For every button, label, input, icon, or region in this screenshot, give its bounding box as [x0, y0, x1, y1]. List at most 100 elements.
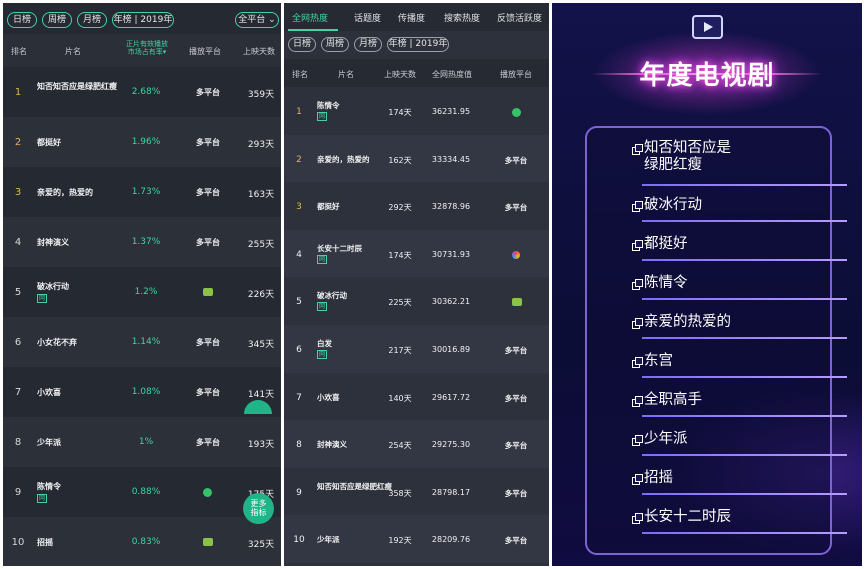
filter-daily[interactable]: 日榜: [288, 37, 316, 52]
link-icon: [632, 240, 643, 251]
drama-list-item[interactable]: 东宫: [632, 353, 847, 378]
drama-list-item[interactable]: 陈情令: [632, 275, 847, 300]
show-title[interactable]: 少年派: [37, 437, 115, 448]
platform-label: 多平台: [504, 393, 528, 403]
table-row[interactable]: 7 小欢喜 1.08% 多平台 141天: [3, 367, 281, 417]
drama-list-item[interactable]: 全职高手: [632, 392, 847, 417]
drama-list-item[interactable]: 破冰行动: [632, 197, 847, 222]
col-title: 片名: [65, 47, 81, 56]
filter-monthly[interactable]: 月榜: [354, 37, 382, 52]
filter-monthly[interactable]: 月榜: [77, 12, 107, 28]
show-title[interactable]: 小欢喜: [37, 387, 115, 398]
show-title[interactable]: 陈情令网: [37, 481, 115, 503]
drama-list-item[interactable]: 亲爱的热爱的: [632, 314, 847, 339]
show-title-text: 封神演义: [317, 440, 347, 450]
run-days: 163天: [247, 190, 275, 200]
run-days: 293天: [247, 140, 275, 150]
show-title[interactable]: 亲爱的，热爱的: [317, 155, 377, 165]
rank-number: 10: [11, 537, 25, 548]
divider-line: [642, 376, 847, 378]
show-title[interactable]: 亲爱的，热爱的: [37, 187, 115, 198]
rank-number: 1: [296, 107, 302, 117]
drama-list-item[interactable]: 招摇: [632, 470, 847, 495]
rank-number: 7: [296, 392, 302, 403]
table-row[interactable]: 2 都挺好 1.96% 多平台 293天: [3, 117, 281, 167]
table-row[interactable]: 5 破冰行动网 1.2% 226天: [3, 267, 281, 317]
table-header: 排名 片名 正片有效播放 市场占有率▾ 播放平台 上映天数: [3, 34, 281, 67]
show-title[interactable]: 破冰行动网: [317, 291, 377, 312]
show-title-text: 都挺好: [37, 138, 61, 147]
show-title[interactable]: 都挺好: [317, 202, 377, 212]
table-row[interactable]: 6 白发网 217天 30016.89 多平台: [284, 325, 549, 373]
show-title[interactable]: 小欢喜: [317, 393, 377, 403]
table-row[interactable]: 5 破冰行动网 225天 30362.21: [284, 277, 549, 325]
show-title[interactable]: 白发网: [317, 339, 377, 359]
table-row[interactable]: 10 少年派 192天 28209.76 多平台: [284, 515, 549, 563]
table-row[interactable]: 6 小女花不弃 1.14% 多平台 345天: [3, 317, 281, 367]
table-row[interactable]: 9陈情令网0.88%175天: [3, 467, 281, 517]
show-title[interactable]: 小女花不弃: [37, 337, 115, 348]
filter-yearly-2019[interactable]: 年榜 | 2019年: [387, 37, 449, 52]
show-title-text: 知否知否应是绿肥红瘦: [37, 82, 117, 91]
table-row[interactable]: 1 陈情令网 174天 36231.95: [284, 87, 549, 135]
table-row[interactable]: 7 小欢喜 140天 29617.72 多平台: [284, 373, 549, 421]
filter-daily[interactable]: 日榜: [7, 12, 37, 28]
show-title[interactable]: 知否知否应是绿肥红瘦: [317, 482, 392, 492]
show-title[interactable]: 长安十二时辰网: [317, 244, 377, 264]
rank-number: 2: [296, 154, 302, 165]
drama-list-item[interactable]: 少年派: [632, 431, 847, 456]
table-row[interactable]: 8 少年派 1% 多平台 193天: [3, 417, 281, 467]
col-days: 上映天数: [243, 47, 275, 56]
tab-overall-heat[interactable]: 全网热度: [292, 11, 328, 24]
table-row[interactable]: 3 都挺好 292天 32878.96 多平台: [284, 182, 549, 230]
platform-label: 多平台: [196, 438, 220, 447]
table-row[interactable]: 2 亲爱的，热爱的 162天 33334.45 多平台: [284, 134, 549, 183]
tab-search-heat[interactable]: 搜索热度: [444, 11, 480, 24]
tab-feedback[interactable]: 反馈活跃度: [497, 11, 542, 24]
drama-list-item[interactable]: 都挺好: [632, 236, 847, 261]
show-title-text: 少年派: [37, 438, 61, 447]
drama-list-item[interactable]: 知否知否应是 绿肥红瘦: [632, 140, 847, 186]
show-title[interactable]: 招摇: [37, 537, 115, 548]
drama-title: 少年派: [644, 431, 688, 447]
show-title[interactable]: 知否知否应是绿肥红瘦: [37, 81, 117, 92]
tab-spread[interactable]: 传播度: [398, 11, 425, 24]
show-title[interactable]: 少年派: [317, 535, 377, 545]
table-row[interactable]: 1 知否知否应是绿肥红瘦 2.68% 多平台 359天: [3, 67, 281, 117]
show-title-text: 少年派: [317, 535, 340, 545]
show-title-text: 亲爱的，热爱的: [37, 188, 93, 197]
table-row[interactable]: 4 封神演义 1.37% 多平台 255天: [3, 217, 281, 267]
table-row[interactable]: 8 封神演义 254天 29275.30 多平台: [284, 420, 549, 468]
rank-number: 6: [296, 345, 302, 355]
show-title[interactable]: 封神演义: [317, 440, 377, 450]
col-share[interactable]: 正片有效播放 市场占有率▾: [121, 40, 173, 56]
table-row[interactable]: 4 长安十二时辰网 174天 30731.93: [284, 229, 549, 278]
poster-title: 年度电视剧: [639, 61, 775, 91]
show-title[interactable]: 都挺好: [37, 137, 115, 148]
link-icon: [632, 396, 643, 407]
rank-number: 10: [293, 535, 305, 546]
show-title-text: 招摇: [37, 538, 53, 547]
show-title[interactable]: 封神演义: [37, 237, 115, 248]
market-share: 1.14%: [131, 337, 161, 347]
table-row[interactable]: 9 知否知否应是绿肥红瘦 358天 28798.17 多平台: [284, 468, 549, 516]
drama-list-item[interactable]: 长安十二时辰: [632, 509, 847, 534]
platform-dropdown[interactable]: 全平台 ⌄: [235, 12, 279, 28]
show-title[interactable]: 陈情令网: [317, 101, 377, 121]
market-share: 1%: [138, 437, 154, 447]
link-icon: [632, 513, 643, 524]
tab-topic[interactable]: 话题度: [354, 11, 381, 24]
drama-title: 知否知否应是 绿肥红瘦: [644, 140, 731, 173]
run-days: 174天: [388, 108, 412, 117]
filter-weekly[interactable]: 周榜: [321, 37, 349, 52]
filter-yearly-2019[interactable]: 年榜 | 2019年: [112, 12, 174, 28]
show-title[interactable]: 破冰行动网: [37, 281, 115, 303]
heat-value: 30362.21: [431, 297, 471, 307]
table-row[interactable]: 3 亲爱的，热爱的 1.73% 多平台 163天: [3, 167, 281, 217]
more-metrics-button[interactable]: 更多 指标: [243, 493, 274, 524]
rank-number: 5: [14, 287, 22, 298]
rank-number: 1: [14, 87, 22, 98]
table-header: 排名 片名 上映天数 全网热度值 播放平台: [284, 59, 549, 87]
filter-weekly[interactable]: 周榜: [42, 12, 72, 28]
table-row[interactable]: 10 招摇 0.83% 325天: [3, 517, 281, 566]
